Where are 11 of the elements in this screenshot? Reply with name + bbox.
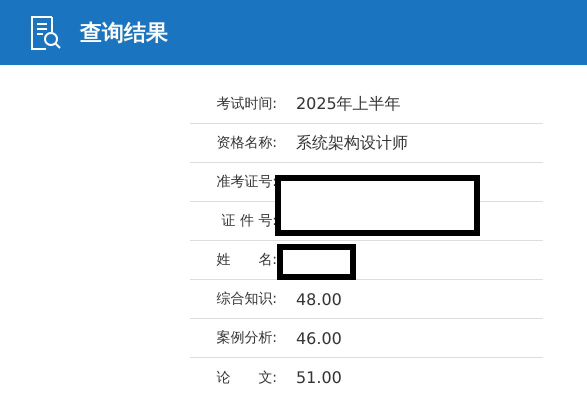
field-label: 综合知识: [190,280,277,319]
page-title: 查询结果 [80,20,168,48]
field-value: 系统架构设计师 [277,124,543,163]
field-label: 案例分析: [190,319,277,358]
document-search-icon [30,14,62,50]
field-label: 考试时间: [190,85,277,124]
field-label: 资格名称: [190,124,277,163]
field-value: 2025年上半年 [277,85,543,124]
field-value: 51.00 [295,367,343,389]
field-label: 论 文: [215,368,277,388]
field-value: 46.00 [277,319,543,358]
